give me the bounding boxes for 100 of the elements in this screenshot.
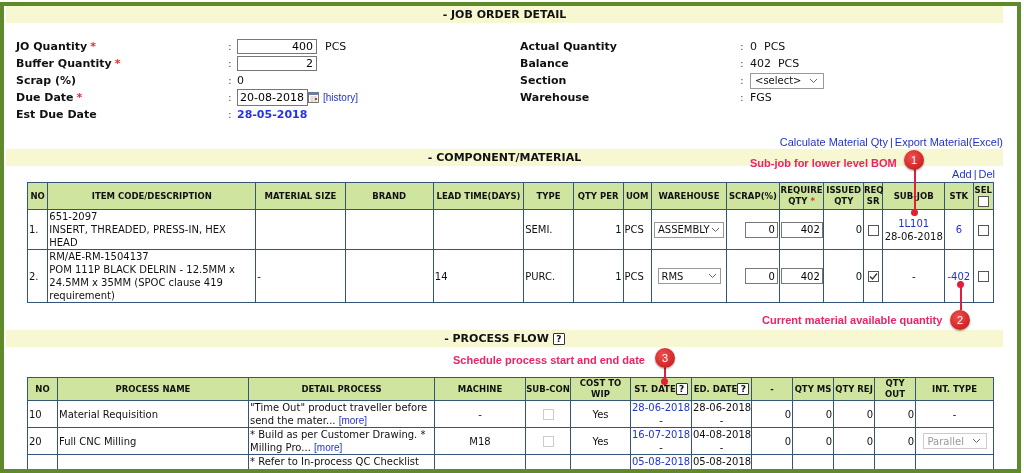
start-date-link[interactable]: 05-08-2018 <box>632 456 691 467</box>
end-date: 05-08-2018 <box>693 456 752 467</box>
column-header: SUB-CON <box>525 377 571 401</box>
table-cell: 14 <box>433 249 524 303</box>
section-title: - PROCESS FLOW <box>444 332 549 345</box>
field-label: Section <box>520 74 567 87</box>
field-value: 0 PCS <box>750 40 786 53</box>
sub-job-date: 28-06-2018 <box>884 230 943 242</box>
table-cell: - <box>255 249 346 303</box>
column-header: SEL <box>974 185 992 195</box>
quantity-field[interactable]: 402 <box>780 221 823 238</box>
field-label: Balance <box>520 57 569 70</box>
table-cell: 0 <box>823 209 864 250</box>
field-value: 0 <box>237 74 244 87</box>
column-header: TYPE <box>523 182 574 210</box>
colon: : <box>228 57 232 70</box>
table-cell: Full CNC Milling <box>57 427 249 455</box>
table-cell: 2. <box>27 249 48 303</box>
table-cell: - <box>434 400 526 428</box>
callout-badge: 1 <box>904 150 924 170</box>
table-cell: PCS <box>623 249 652 303</box>
callout-text: Sub-job for lower level BOM <box>750 156 897 170</box>
scrap-field[interactable]: 0 <box>744 268 778 284</box>
column-header: NO <box>27 377 58 401</box>
field-value: 28-05-2018 <box>237 108 308 121</box>
table-cell: - <box>915 400 994 428</box>
caret-icon <box>707 273 717 279</box>
table-cell: - <box>882 249 945 303</box>
link[interactable]: Del <box>978 168 995 180</box>
link[interactable]: Add <box>952 168 972 180</box>
link[interactable]: Calculate Material Qty <box>779 136 888 148</box>
start-date-link[interactable]: 16-07-2018 <box>632 429 691 440</box>
help-icon[interactable]: ? <box>552 332 565 345</box>
input-field[interactable]: 2 <box>237 56 317 71</box>
column-header: STK <box>944 182 974 210</box>
table-cell: M18 <box>434 427 526 455</box>
sub-job-link[interactable]: 1L101 <box>898 217 930 229</box>
column-header: DETAIL PROCESS <box>248 377 435 401</box>
field-label: Due Date * <box>16 91 83 104</box>
separator: | <box>973 168 977 180</box>
column-header: MACHINE <box>434 377 526 401</box>
column-header: QTY OUT <box>874 377 916 401</box>
warehouse-dropdown[interactable]: ASSEMBLY <box>654 221 724 238</box>
start-date-link[interactable]: 28-06-2018 <box>632 402 691 413</box>
column-header: BRAND <box>345 182 434 210</box>
table-cell: 0 <box>833 427 875 455</box>
table-cell: 0 <box>874 400 916 428</box>
field-label: JO Quantity * <box>16 40 96 53</box>
section-dropdown[interactable]: <select> <box>750 72 824 89</box>
field-label: Warehouse <box>520 91 590 104</box>
end-date: 28-06-2018 <box>693 402 752 413</box>
field-label: Scrap (%) <box>16 74 77 87</box>
help-icon[interactable]: ? <box>675 383 688 395</box>
item-code: 651-2097 <box>49 210 99 223</box>
colon: : <box>740 40 744 53</box>
history-link[interactable]: [history] <box>323 92 358 103</box>
column-header: QTY PER <box>573 182 624 210</box>
field-value: 402 PCS <box>750 57 800 70</box>
column-header: ST. DATE <box>634 384 676 394</box>
stock-link[interactable]: -402 <box>947 270 971 282</box>
date-separator: - <box>659 442 663 453</box>
table-cell: SEMI. <box>523 209 574 250</box>
unit-label: PCS <box>325 40 347 53</box>
callout-badge: 2 <box>950 310 970 330</box>
more-link[interactable]: [more] <box>338 415 368 426</box>
checkbox[interactable] <box>867 271 879 282</box>
more-link[interactable]: [more] <box>314 442 343 453</box>
column-header: NO <box>27 182 48 210</box>
column-header: LEAD TIME(DAYS) <box>433 182 524 210</box>
table-cell: 1. <box>27 209 48 250</box>
input-field[interactable]: 400 <box>237 39 317 54</box>
link[interactable]: Export Material(Excel) <box>894 136 1003 148</box>
stock-link[interactable]: 6 <box>955 224 963 235</box>
checkbox[interactable] <box>977 224 989 236</box>
calendar-icon[interactable] <box>308 92 319 103</box>
table-cell: 10 <box>27 400 58 428</box>
checkbox[interactable] <box>867 224 879 236</box>
table-cell: 20 <box>27 427 58 455</box>
table-cell: Yes <box>570 400 631 428</box>
date-field[interactable]: 20-08-2018 <box>237 89 308 106</box>
quantity-field[interactable]: 402 <box>780 268 823 284</box>
column-header: MATERIAL SIZE <box>255 182 346 210</box>
process-detail: * Refer to In-process QC Checklist <box>250 456 419 467</box>
column-header: ISSUED QTY <box>823 182 864 210</box>
date-separator: - <box>719 442 724 453</box>
table-cell: 0 <box>751 400 793 428</box>
checkbox[interactable] <box>977 196 989 207</box>
process-detail: "Time Out" product traveller before send the mater... [more] <box>250 402 428 426</box>
warehouse-dropdown[interactable]: RMS <box>657 268 721 284</box>
column-header: SCRAP(%) <box>726 182 780 210</box>
caret-icon <box>711 226 720 233</box>
column-header: ED. DATE <box>693 384 738 394</box>
colon: : <box>740 57 744 70</box>
end-date: 04-08-2018 <box>693 429 752 440</box>
column-header: QTY REJ <box>833 377 875 401</box>
scrap-field[interactable]: 0 <box>744 221 778 238</box>
help-icon[interactable]: ? <box>737 383 750 395</box>
colon: : <box>228 40 232 53</box>
checkbox[interactable] <box>977 271 989 282</box>
table-cell: 0 <box>823 249 864 303</box>
